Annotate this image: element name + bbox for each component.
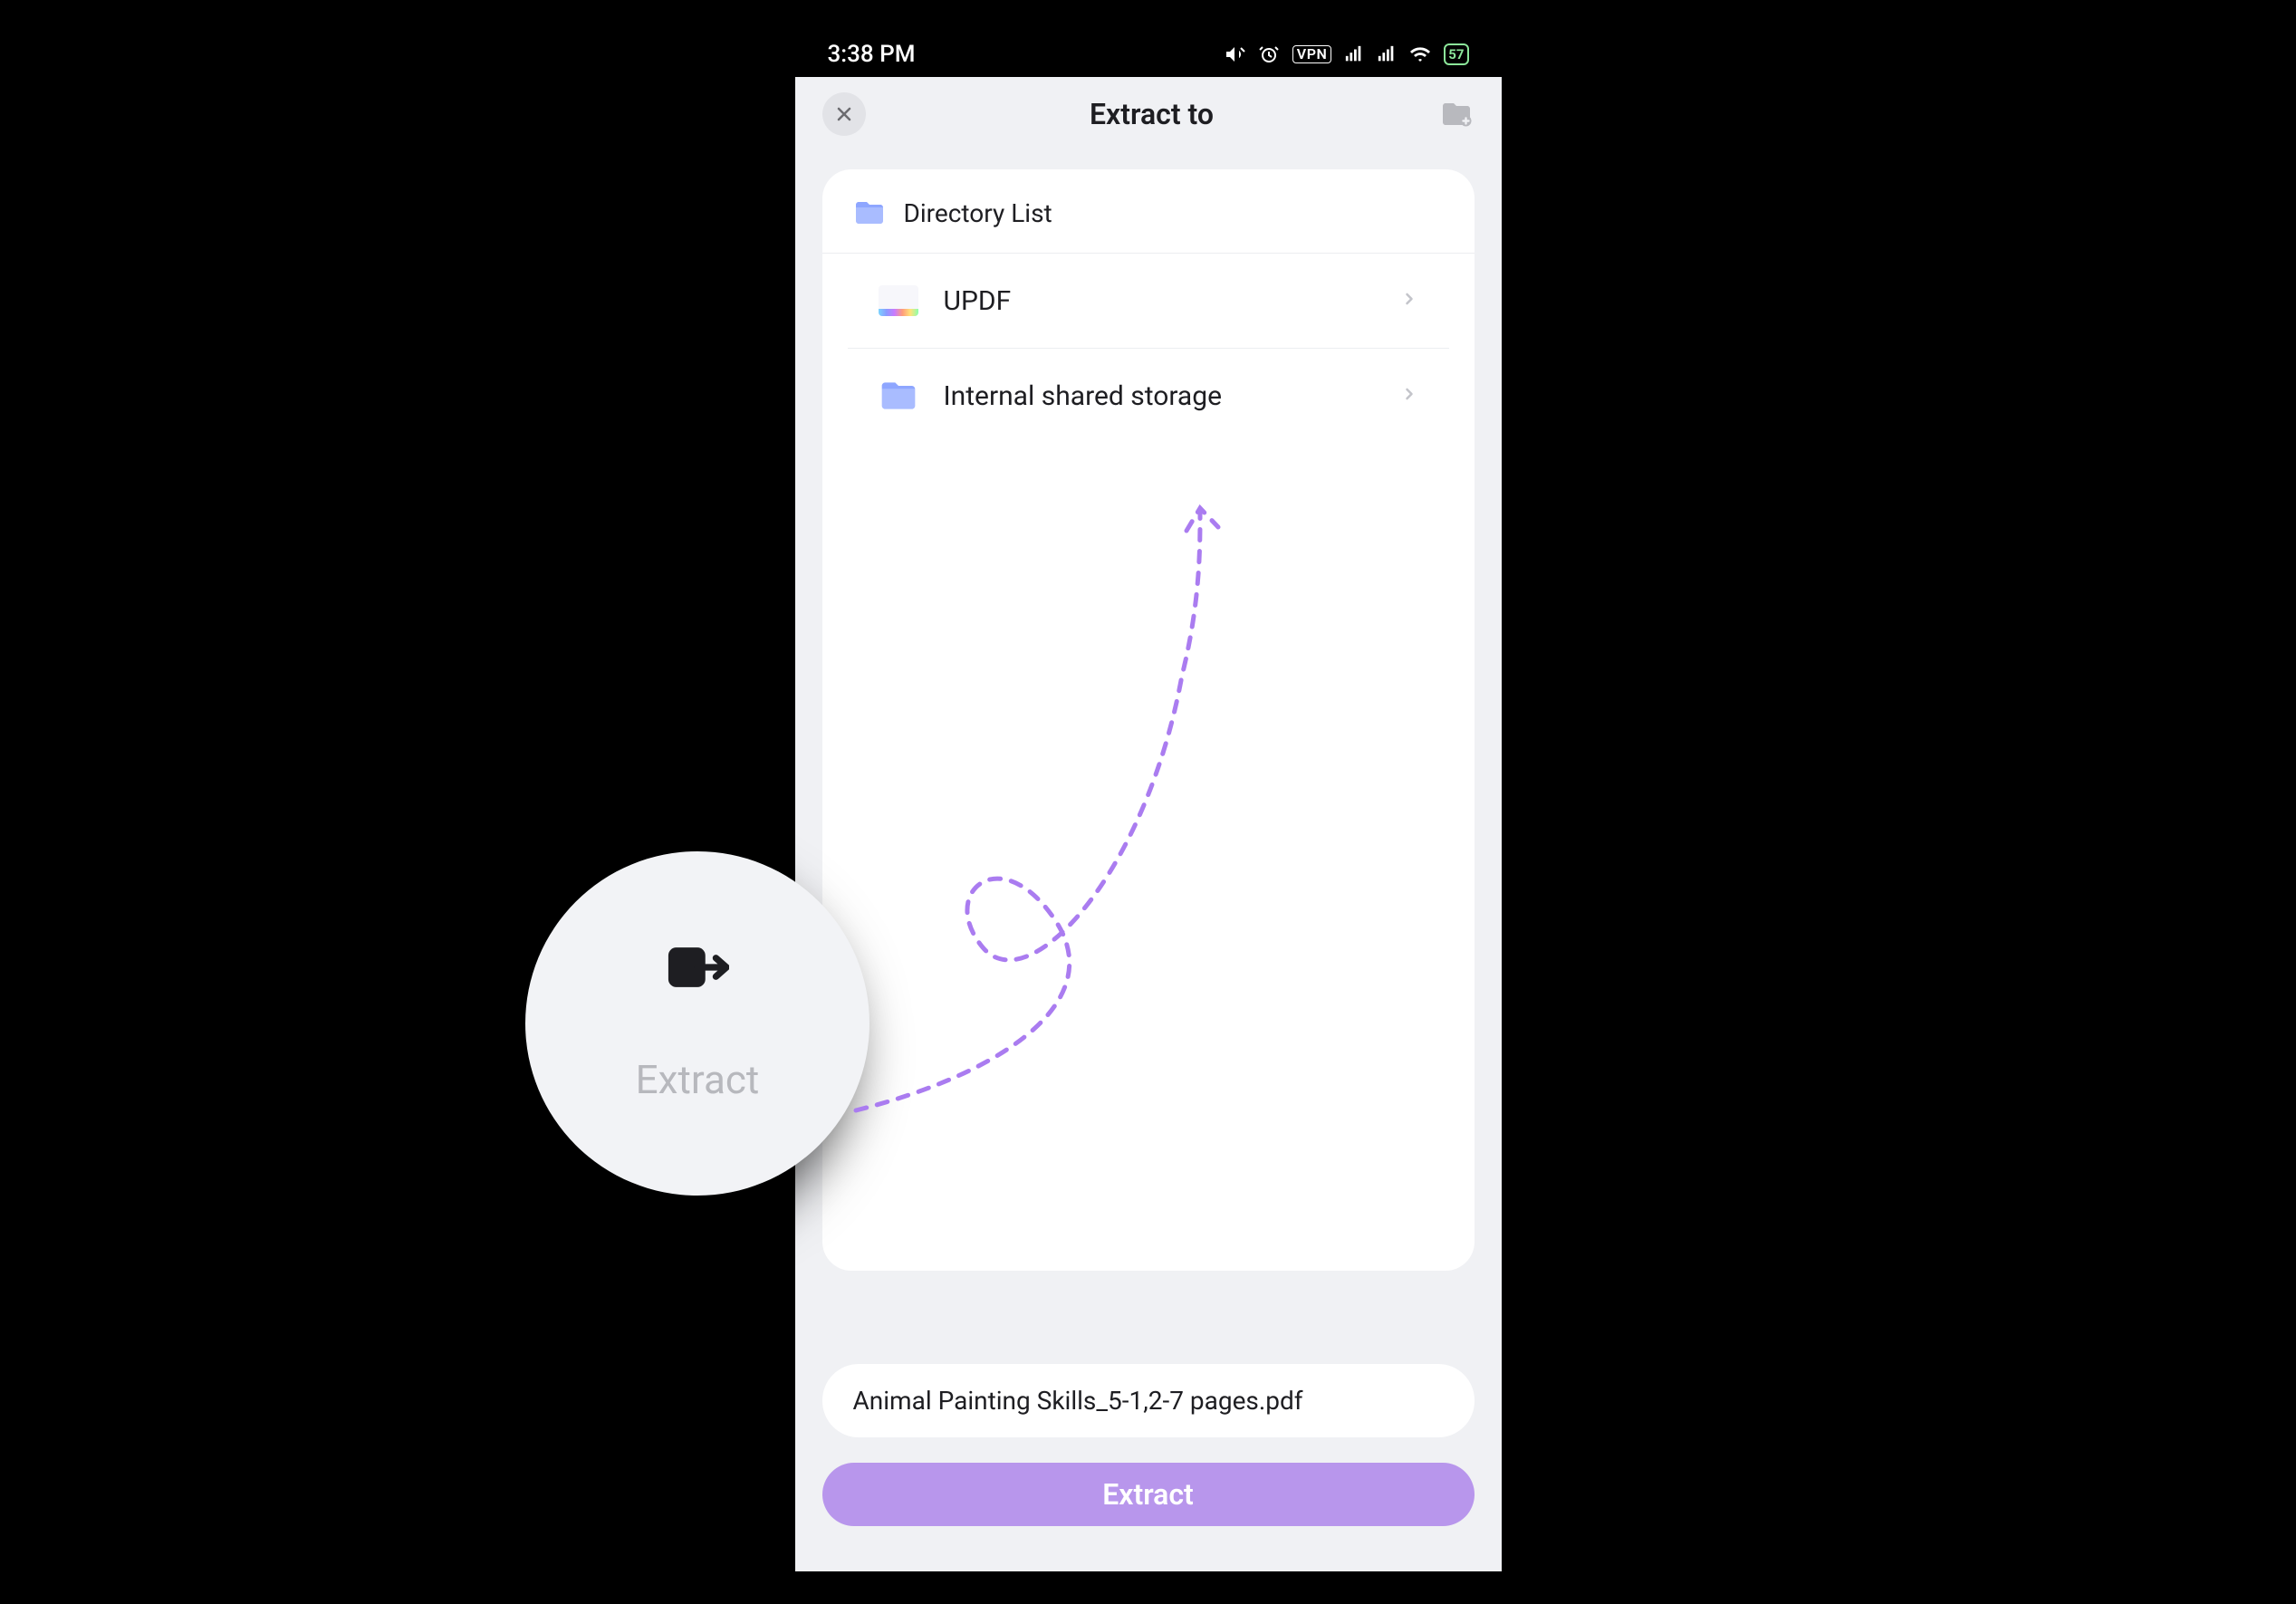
directory-list-header: Directory List	[822, 169, 1475, 254]
directory-item-label: Internal shared storage	[944, 380, 1375, 412]
folder-open-icon	[853, 197, 886, 229]
close-icon	[833, 103, 855, 125]
volume-muted-icon	[1224, 43, 1245, 65]
page-title: Extract to	[1090, 97, 1214, 131]
extract-callout-label: Extract	[636, 1056, 760, 1103]
filename-input[interactable]: Animal Painting Skills_5-1,2-7 pages.pdf	[822, 1364, 1475, 1437]
extract-button[interactable]: Extract	[822, 1463, 1475, 1526]
updf-icon	[879, 281, 918, 321]
vpn-badge: VPN	[1292, 45, 1331, 63]
signal-icon-2	[1377, 44, 1397, 64]
directory-item-storage[interactable]: Internal shared storage	[848, 349, 1449, 443]
alarm-icon	[1258, 43, 1280, 65]
chevron-right-icon	[1400, 290, 1418, 312]
phone-frame: 3:38 PM VPN 57 Extract to	[795, 32, 1502, 1571]
status-time: 3:38 PM	[828, 41, 916, 68]
signal-icon-1	[1344, 44, 1364, 64]
status-indicators: VPN 57	[1224, 43, 1469, 65]
app-header: Extract to	[795, 77, 1502, 151]
folder-icon	[879, 376, 918, 416]
new-folder-button[interactable]	[1438, 96, 1475, 132]
extract-callout: Extract	[525, 851, 869, 1196]
directory-item-label: UPDF	[944, 285, 1375, 317]
directory-list-label: Directory List	[904, 198, 1052, 228]
battery-icon: 57	[1444, 43, 1468, 65]
new-folder-icon	[1440, 98, 1473, 130]
export-icon	[666, 945, 729, 1002]
wifi-icon	[1409, 43, 1431, 65]
directory-item-updf[interactable]: UPDF	[848, 254, 1449, 349]
close-button[interactable]	[822, 92, 866, 136]
status-bar: 3:38 PM VPN 57	[795, 32, 1502, 77]
chevron-right-icon	[1400, 385, 1418, 407]
directory-card: Directory List UPDF Internal shared stor…	[822, 169, 1475, 1271]
